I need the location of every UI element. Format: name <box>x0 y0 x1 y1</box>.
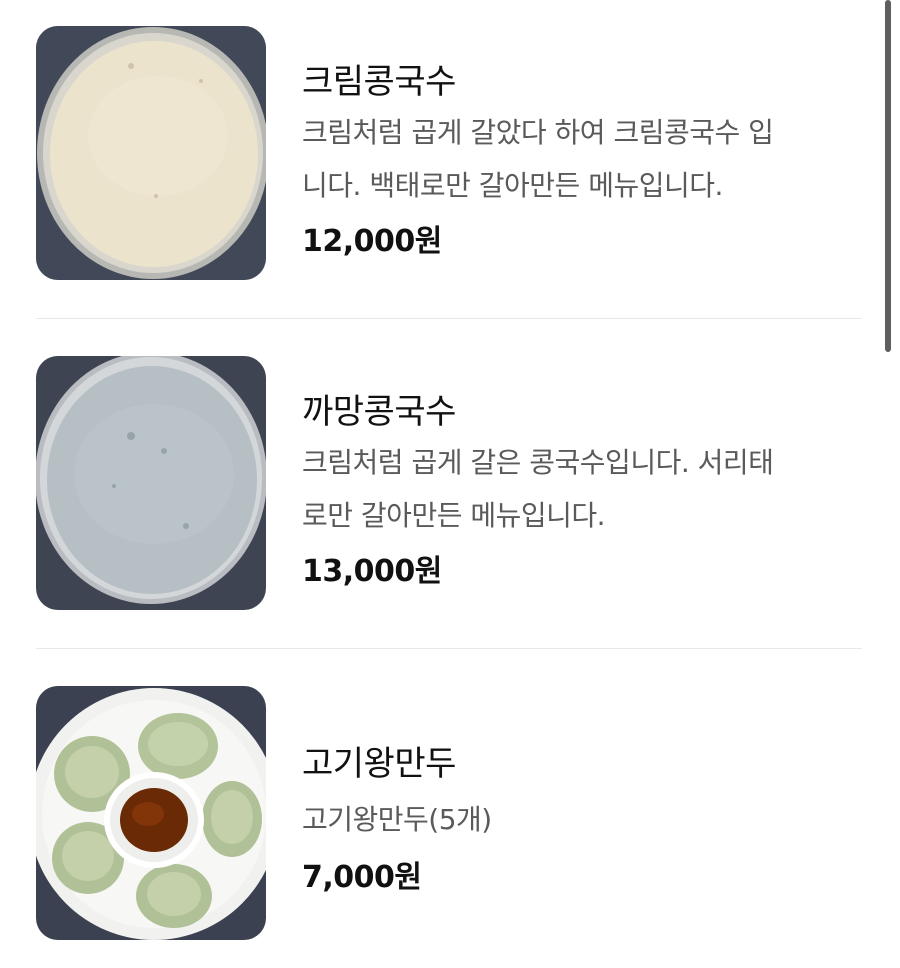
menu-item-description: 크림처럼 곱게 갈았다 하여 크림콩국수 입 니다. 백태로만 갈아만든 메뉴입… <box>302 106 862 212</box>
description-line: 니다. 백태로만 갈아만든 메뉴입니다. <box>302 169 723 202</box>
menu-item-description: 크림처럼 곱게 갈은 콩국수입니다. 서리태 로만 갈아만든 메뉴입니다. <box>302 436 862 542</box>
menu-item-description: 고기왕만두(5개) <box>302 793 862 846</box>
menu-item-black-soy-noodle[interactable]: 까망콩국수 크림처럼 곱게 갈은 콩국수입니다. 서리태 로만 갈아만든 메뉴입… <box>36 356 862 610</box>
description-line: 로만 갈아만든 메뉴입니다. <box>302 499 606 532</box>
description-line: 크림처럼 곱게 갈았다 하여 크림콩국수 입 <box>302 116 774 149</box>
menu-item-price: 7,000원 <box>302 860 422 895</box>
description-line: 고기왕만두(5개) <box>302 803 492 836</box>
cream-soy-noodle-image <box>36 26 266 280</box>
menu-item-price: 12,000원 <box>302 224 442 259</box>
menu-item-name: 까망콩국수 <box>302 392 456 432</box>
divider <box>36 318 862 319</box>
menu-item-name: 고기왕만두 <box>302 744 456 784</box>
menu-item-price: 13,000원 <box>302 554 442 589</box>
menu-item-name: 크림콩국수 <box>302 62 456 102</box>
description-line: 크림처럼 곱게 갈은 콩국수입니다. 서리태 <box>302 446 774 479</box>
divider <box>36 648 862 649</box>
meat-dumplings-image <box>36 686 266 940</box>
menu-item-meat-dumplings[interactable]: 고기왕만두 고기왕만두(5개) 7,000원 <box>36 686 862 940</box>
menu-list-page: 크림콩국수 크림처럼 곱게 갈았다 하여 크림콩국수 입 니다. 백태로만 갈아… <box>0 0 900 968</box>
menu-item-cream-soy-noodle[interactable]: 크림콩국수 크림처럼 곱게 갈았다 하여 크림콩국수 입 니다. 백태로만 갈아… <box>36 26 862 280</box>
black-soy-noodle-image <box>36 356 266 610</box>
vertical-scrollbar[interactable] <box>885 0 891 352</box>
